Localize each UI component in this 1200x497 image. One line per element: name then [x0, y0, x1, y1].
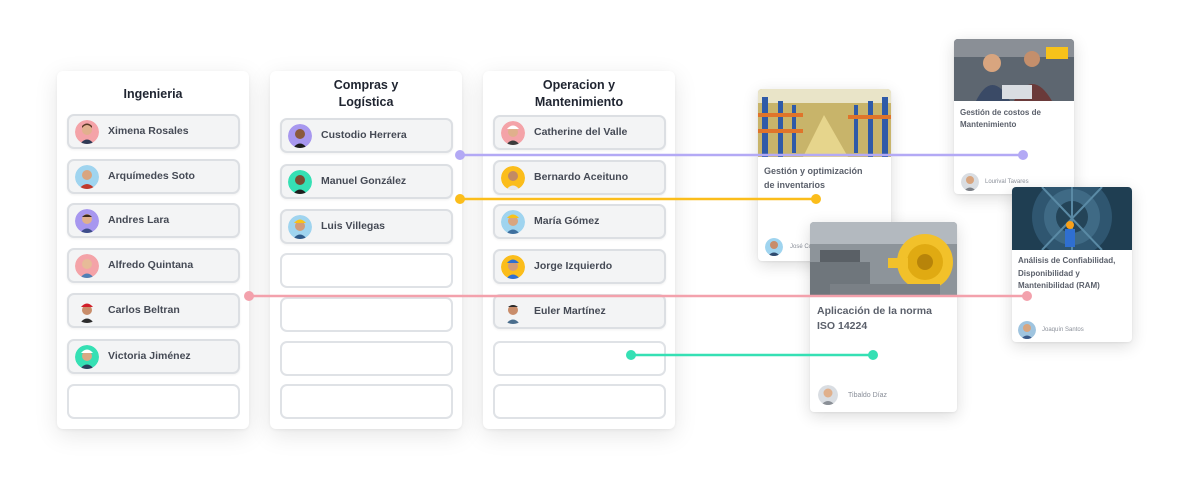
person-slot[interactable]: Carlos Beltran — [67, 293, 240, 328]
author-avatar — [818, 385, 838, 405]
avatar — [75, 165, 99, 189]
author-name: Joaquín Santos — [1042, 327, 1084, 333]
person-name: Ximena Rosales — [108, 125, 189, 137]
column-operacion-mantenimiento: Operacion y Mantenimiento Catherine del … — [483, 71, 675, 429]
person-slot[interactable]: Catherine del Valle — [493, 115, 666, 150]
author-name: Lourival Tavares — [985, 179, 1029, 185]
person-name: Catherine del Valle — [534, 126, 628, 138]
column-title: Operacion y — [542, 78, 616, 92]
avatar — [288, 124, 312, 148]
person-name: Bernardo Aceitu­no — [534, 171, 629, 183]
author-name: Tibaldo Díaz — [848, 392, 888, 399]
course-title: Gestión de costos de Mantenimiento — [960, 108, 1041, 129]
empty-slot[interactable] — [493, 384, 666, 419]
person-name: Manuel González — [321, 175, 407, 187]
person-slot[interactable]: Luis Villegas — [280, 209, 453, 244]
avatar — [501, 166, 525, 190]
column-title: Logística — [338, 95, 394, 109]
empty-slot[interactable] — [280, 297, 453, 332]
person-name: Arquímedes Soto — [108, 170, 195, 182]
avatar — [75, 345, 99, 369]
avatar — [501, 300, 525, 324]
column-title: Compras y — [333, 78, 399, 92]
course-title: Aplicación de la norma ISO 14224 — [817, 305, 932, 332]
column-title: Mantenimiento — [534, 95, 624, 109]
empty-slot[interactable] — [67, 384, 240, 419]
column-compras-logistica: Compras y Logística Custodio Herrera Man… — [270, 71, 462, 429]
person-name: Victoria Jiménez — [108, 350, 191, 362]
avatar — [288, 215, 312, 239]
empty-slot[interactable] — [280, 384, 453, 419]
person-slot[interactable]: Alfredo Quintana — [67, 248, 240, 283]
course-card-iso[interactable]: Aplicación de la norma ISO 14224 Tibaldo… — [810, 222, 957, 412]
empty-slot[interactable] — [280, 341, 453, 376]
person-slot[interactable]: Arquímedes Soto — [67, 159, 240, 194]
course-title: Gestión y optimización de inventarios — [764, 166, 863, 190]
empty-slot[interactable] — [493, 341, 666, 376]
empty-slot[interactable] — [280, 253, 453, 288]
avatar — [288, 170, 312, 194]
avatar — [75, 120, 99, 144]
person-slot[interactable]: María Gómez — [493, 204, 666, 239]
course-title: Análisis de Confiabilidad, Disponibilida… — [1018, 256, 1116, 290]
person-name: María Gómez — [534, 215, 600, 227]
course-image — [758, 89, 891, 157]
person-slot[interactable]: Victoria Jiménez — [67, 339, 240, 374]
course-card-ram[interactable]: Análisis de Confiabilidad, Disponibilida… — [1012, 187, 1132, 342]
person-slot[interactable]: Bernardo Aceitu­no — [493, 160, 666, 195]
avatar — [75, 254, 99, 278]
person-slot[interactable]: Custodio Herrera — [280, 118, 453, 153]
column-title: Ingenieria — [123, 87, 183, 101]
person-slot[interactable]: Ximena Rosales — [67, 114, 240, 149]
person-name: Alfredo Quintana — [108, 259, 194, 271]
course-image — [954, 39, 1074, 101]
person-name: Luis Villegas — [321, 220, 385, 232]
avatar — [501, 121, 525, 145]
person-slot[interactable]: Euler Martínez — [493, 294, 666, 329]
author-avatar — [961, 173, 979, 191]
avatar — [501, 255, 525, 279]
column-ingenieria: Ingenieria Ximena Rosales Arquímedes Sot… — [57, 71, 249, 429]
person-name: Jorge Izquierdo — [534, 260, 613, 272]
course-image — [1012, 187, 1132, 250]
person-slot[interactable]: Jorge Izquierdo — [493, 249, 666, 284]
person-name: Andres Lara — [108, 214, 170, 226]
avatar — [501, 210, 525, 234]
avatar — [75, 299, 99, 323]
person-slot[interactable]: Manuel González — [280, 164, 453, 199]
person-name: Carlos Beltran — [108, 304, 180, 316]
person-slot[interactable]: Andres Lara — [67, 203, 240, 238]
person-name: Euler Martínez — [534, 305, 606, 317]
course-image — [810, 222, 957, 297]
author-avatar — [765, 238, 783, 256]
person-name: Custodio Herrera — [321, 129, 407, 141]
author-avatar — [1018, 321, 1036, 339]
avatar — [75, 209, 99, 233]
course-card-costos[interactable]: Gestión de costos de Mantenimiento Louri… — [954, 39, 1074, 194]
